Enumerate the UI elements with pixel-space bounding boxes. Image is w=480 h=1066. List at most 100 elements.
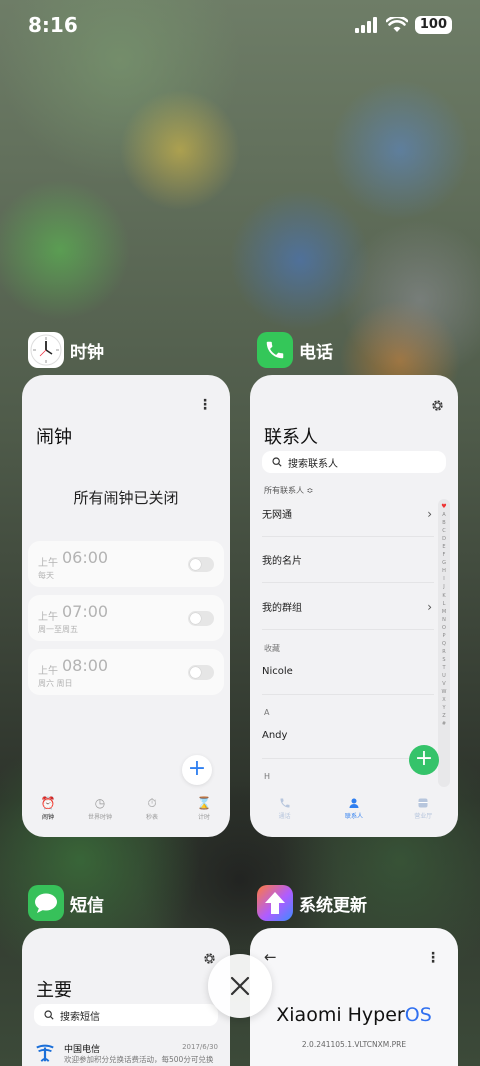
alpha-letter: P xyxy=(442,632,446,639)
hyperos-brand: Xiaomi HyperOS xyxy=(250,1004,458,1026)
brand-suffix: OS xyxy=(404,1004,432,1026)
alpha-letter: W xyxy=(441,689,447,696)
alpha-letter: H xyxy=(442,568,446,575)
alpha-letter: L xyxy=(442,600,446,607)
messages-app-card[interactable]: 主要 搜索短信 中国电信 2017/6/30 欢迎参加积分兑换话费活动，每500… xyxy=(22,928,230,1066)
contact-row[interactable]: Nicole xyxy=(262,649,434,695)
alpha-letter: R xyxy=(442,648,446,655)
nav-label: 联系人 xyxy=(344,813,363,820)
battery-indicator: 100 xyxy=(414,16,452,34)
signal-icon xyxy=(354,17,377,33)
search-placeholder: 搜索短信 xyxy=(60,1011,100,1023)
nav-label: 闹钟 xyxy=(41,814,54,821)
nav-tab-calls[interactable]: 通话 xyxy=(260,797,310,829)
nav-tab-store[interactable]: 营业厅 xyxy=(398,797,448,829)
settings-gear-icon[interactable] xyxy=(203,952,216,965)
update-app-card[interactable]: ← ⋮ Xiaomi HyperOS 2.0.241105.1.VLTCNXM.… xyxy=(250,928,458,1066)
alpha-letter: T xyxy=(442,664,446,671)
favorites-heart-icon: ♥ xyxy=(441,503,447,510)
settings-gear-icon[interactable] xyxy=(431,399,444,412)
alarm-toggle[interactable] xyxy=(188,611,214,626)
app-header-update[interactable]: 系统更新 xyxy=(257,885,367,921)
stopwatch-icon: ⏱ xyxy=(147,796,157,810)
nav-tab-stopwatch[interactable]: ⏱ 秒表 xyxy=(127,796,177,822)
search-icon xyxy=(272,457,282,467)
nav-label: 计时 xyxy=(197,814,210,821)
store-icon xyxy=(418,798,428,808)
back-arrow-icon[interactable]: ← xyxy=(264,948,277,966)
nav-tab-alarm[interactable]: ⏰ 闹钟 xyxy=(23,796,73,822)
phone-bottom-nav: 通话 联系人 营业厅 xyxy=(250,797,458,829)
world-clock-icon: ◷ xyxy=(94,796,106,810)
contact-row[interactable]: 无网通 › xyxy=(262,491,434,537)
alarm-toggle[interactable] xyxy=(188,665,214,680)
phone-app-card[interactable]: 联系人 搜索联系人 所有联系人 ≎ 无网通 › 我的名片 我的群组 › 收藏 N… xyxy=(250,375,458,837)
messages-search-input[interactable]: 搜索短信 xyxy=(34,1004,218,1026)
contact-row-label: 我的群组 xyxy=(262,603,302,614)
contact-row[interactable]: 我的群组 › xyxy=(262,584,434,630)
thread-snippet: 欢迎参加积分兑换话费活动，每500分可兑换 xyxy=(64,1055,214,1064)
alpha-letter: E xyxy=(442,544,446,551)
nav-tab-contacts[interactable]: 联系人 xyxy=(329,797,379,829)
alpha-letter: N xyxy=(442,616,446,623)
clock-bottom-nav: ⏰ 闹钟 ◷ 世界时钟 ⏱ 秒表 ⌛ 计时 xyxy=(22,797,230,837)
alpha-letter: V xyxy=(442,681,446,688)
app-label-clock: 时钟 xyxy=(70,342,104,363)
alpha-letter: B xyxy=(442,520,446,527)
nav-label: 营业厅 xyxy=(414,813,433,820)
alarm-item[interactable]: 上午 08:00 周六 周日 xyxy=(28,649,224,695)
search-placeholder: 搜索联系人 xyxy=(288,458,338,470)
person-icon xyxy=(349,798,359,808)
app-header-clock[interactable]: 时钟 xyxy=(28,332,104,368)
alpha-letter: # xyxy=(441,721,447,728)
contacts-search-input[interactable]: 搜索联系人 xyxy=(262,451,446,473)
clock-app-icon xyxy=(28,332,64,368)
more-options-icon[interactable]: ⋮ xyxy=(198,397,212,413)
nav-label: 世界时钟 xyxy=(87,814,112,821)
alpha-letter: S xyxy=(442,656,446,663)
status-time: 8:16 xyxy=(28,13,78,37)
app-header-messages[interactable]: 短信 xyxy=(28,885,104,921)
add-contact-button[interactable]: + xyxy=(409,745,439,775)
wifi-icon xyxy=(385,17,408,32)
more-options-icon[interactable]: ⋮ xyxy=(426,950,440,966)
add-alarm-button[interactable]: + xyxy=(182,755,212,785)
alarm-repeat: 每天 xyxy=(38,571,54,580)
alarm-time: 06:00 xyxy=(62,548,109,567)
status-icons: 100 xyxy=(354,16,452,34)
alpha-letter: X xyxy=(442,697,446,704)
alarm-toggle[interactable] xyxy=(188,557,214,572)
nav-tab-timer[interactable]: ⌛ 计时 xyxy=(179,797,229,822)
alpha-letter: G xyxy=(442,560,446,567)
alarm-ampm: 上午 xyxy=(38,612,58,623)
alarm-item[interactable]: 上午 06:00 每天 xyxy=(28,541,224,587)
close-all-apps-button[interactable] xyxy=(208,954,272,1018)
update-app-icon xyxy=(257,885,293,921)
contacts-page-title: 联系人 xyxy=(264,427,318,448)
app-label-messages: 短信 xyxy=(70,895,104,916)
search-icon xyxy=(44,1010,54,1020)
clock-page-title: 闹钟 xyxy=(36,427,72,448)
nav-tab-world-clock[interactable]: ◷ 世界时钟 xyxy=(75,796,125,822)
clock-app-card[interactable]: ⋮ 闹钟 所有闹钟已关闭 上午 06:00 每天 上午 07:00 周一至周五 … xyxy=(22,375,230,837)
alpha-letter: D xyxy=(442,536,446,543)
phone-icon xyxy=(280,798,290,808)
alpha-letter: Z xyxy=(442,713,446,720)
alarm-item[interactable]: 上午 07:00 周一至周五 xyxy=(28,595,224,641)
alpha-letter: M xyxy=(441,608,447,615)
contact-name: Andy xyxy=(262,730,288,741)
alarm-clock-icon: ⏰ xyxy=(40,796,56,810)
alphabet-index-bar[interactable]: ♥ A B C D E F G H I J K L M N O P Q R S … xyxy=(438,499,450,787)
app-label-phone: 电话 xyxy=(299,342,333,363)
contact-name: Nicole xyxy=(262,666,293,677)
messages-app-icon xyxy=(28,885,64,921)
app-header-phone[interactable]: 电话 xyxy=(257,332,333,368)
phone-app-icon xyxy=(257,332,293,368)
message-thread[interactable]: 中国电信 2017/6/30 欢迎参加积分兑换话费活动，每500分可兑换 xyxy=(34,1040,218,1066)
contact-row[interactable]: Andy xyxy=(262,713,434,759)
alpha-letter: F xyxy=(442,552,446,559)
status-bar: 8:16 100 xyxy=(0,0,480,52)
thread-date: 2017/6/30 xyxy=(182,1043,218,1051)
alpha-letter: O xyxy=(442,624,446,631)
contact-row[interactable]: 我的名片 xyxy=(262,537,434,583)
